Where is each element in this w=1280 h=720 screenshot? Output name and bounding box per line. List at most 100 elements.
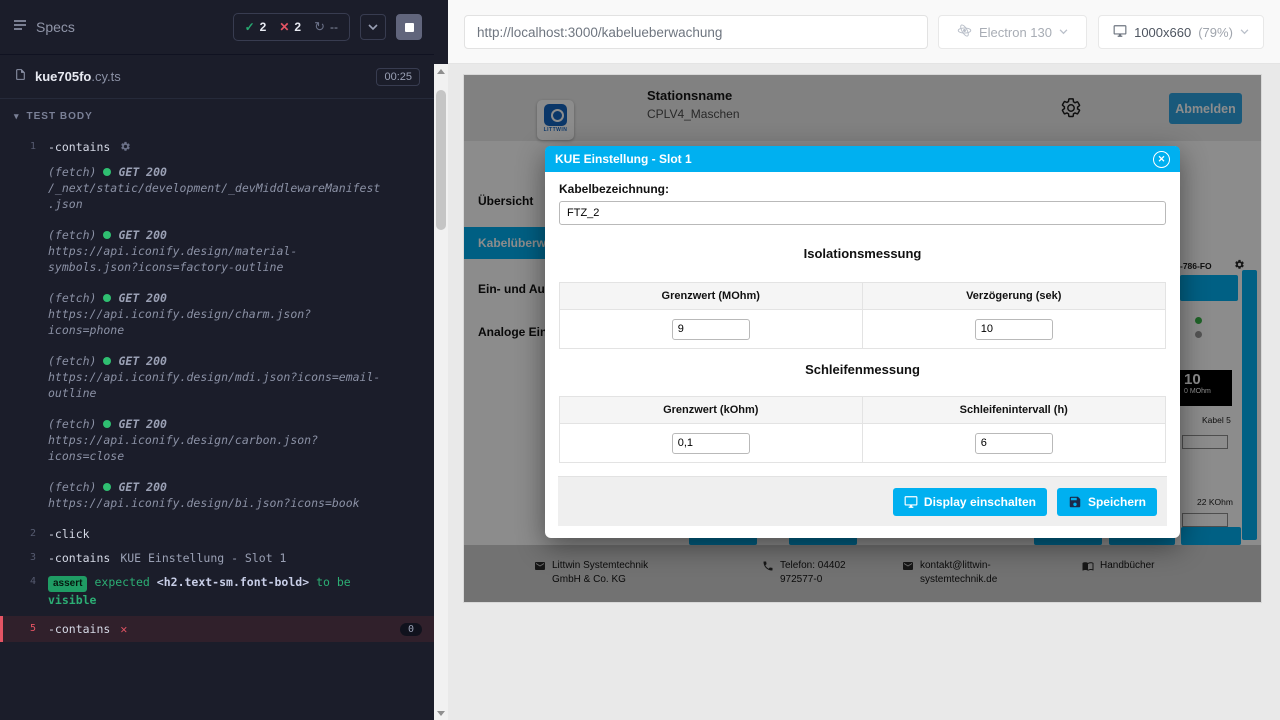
command-name: -click <box>48 527 90 541</box>
modal-title-text: KUE Einstellung - Slot 1 <box>555 152 692 166</box>
status-ok-dot <box>103 357 111 365</box>
cross-icon: ✕ <box>279 20 289 34</box>
scrollbar-thumb[interactable] <box>436 90 446 230</box>
fetch-tag: (fetch) <box>48 416 96 432</box>
fetch-url: https://api.iconify.design/material-symb… <box>48 243 382 275</box>
command-number <box>0 164 48 212</box>
command-number <box>0 416 48 464</box>
viewport-zoom: (79%) <box>1198 25 1233 40</box>
status-ok-dot <box>103 168 111 176</box>
command-number: 5 <box>3 621 48 637</box>
display-einschalten-button[interactable]: Display einschalten <box>893 488 1047 516</box>
network-log-row[interactable]: (fetch)GET 200 /_next/static/development… <box>0 164 434 212</box>
network-log-row[interactable]: (fetch) GET 200 https://api.iconify.desig… <box>0 227 434 275</box>
pending-count: -- <box>330 20 338 34</box>
spec-file-row[interactable]: kue705fo.cy.ts 00:25 <box>0 55 434 99</box>
kabelbezeichnung-input[interactable] <box>559 201 1166 225</box>
col-grenzwert-kohm: Grenzwert (kOhm) <box>560 397 863 423</box>
network-log-row[interactable]: (fetch)GET 200 https://api.iconify.desig… <box>0 416 434 464</box>
url-input[interactable] <box>464 15 928 49</box>
col-verzoegerung: Verzögerung (sek) <box>863 283 1166 309</box>
stat-pending: ↻ -- <box>314 19 338 35</box>
fetch-tag: (fetch) <box>48 164 96 180</box>
kue-settings-modal: KUE Einstellung - Slot 1 ✕ Kabelbezeichn… <box>545 146 1180 538</box>
modal-titlebar: KUE Einstellung - Slot 1 ✕ <box>545 146 1180 172</box>
triangle-up-icon <box>437 69 445 74</box>
network-log-row[interactable]: (fetch)GET 200 https://api.iconify.desig… <box>0 353 434 401</box>
schleifenintervall-input[interactable] <box>975 433 1053 454</box>
aut-toolbar: Electron 130 1000x660 (79%) <box>448 0 1280 64</box>
grenzwert-mohm-input[interactable] <box>672 319 750 340</box>
status-ok-dot <box>103 294 111 302</box>
spec-name: kue705fo.cy.ts <box>35 69 121 84</box>
browser-select[interactable]: Electron 130 <box>938 15 1087 49</box>
spec-basename: kue705fo <box>35 69 91 84</box>
specs-menu-icon[interactable] <box>12 17 28 38</box>
fetch-status: GET 200 <box>118 353 166 369</box>
scrollbar-corner <box>434 0 448 64</box>
kabel-label: Kabelbezeichnung: <box>559 182 669 196</box>
match-count-badge: 0 <box>400 623 422 636</box>
failed-count: 2 <box>294 20 301 34</box>
triangle-down-icon <box>437 711 445 716</box>
command-number <box>0 290 48 338</box>
assert-element: <h2.text-sm.font-bold> <box>157 575 309 589</box>
col-schleifenintervall: Schleifenintervall (h) <box>863 397 1166 423</box>
fetch-url: https://api.iconify.design/bi.json?icons… <box>48 495 382 511</box>
command-number: 1 <box>0 139 48 156</box>
collapse-button[interactable] <box>360 14 386 40</box>
assert-row[interactable]: 4 assertexpected <h2.text-sm.font-bold> … <box>0 574 434 608</box>
fetch-tag: (fetch) <box>48 479 96 495</box>
command-number: 3 <box>0 550 48 566</box>
grenzwert-kohm-input[interactable] <box>672 433 750 454</box>
speichern-button[interactable]: Speichern <box>1057 488 1157 516</box>
close-icon[interactable]: ✕ <box>1153 151 1170 168</box>
chevron-down-icon: ▾ <box>14 111 20 122</box>
test-stats: ✓ 2 ✕ 2 ↻ -- <box>233 13 350 41</box>
scroll-down-arrow[interactable] <box>434 706 448 720</box>
save-icon <box>1068 495 1082 509</box>
reporter-scrollbar[interactable] <box>434 64 448 720</box>
verzoegerung-input[interactable] <box>975 319 1053 340</box>
network-log-row[interactable]: (fetch)GET 200 https://api.iconify.desig… <box>0 479 434 511</box>
network-log-row[interactable]: (fetch)GET 200 https://api.iconify.desig… <box>0 290 434 338</box>
spec-extension: .cy.ts <box>91 69 120 84</box>
command-row[interactable]: 1 -contains <box>0 139 434 156</box>
fetch-tag: (fetch) <box>48 353 96 369</box>
fetch-url: https://api.iconify.design/carbon.json?i… <box>48 432 382 464</box>
command-number: 2 <box>0 526 48 542</box>
failed-command-row[interactable]: 5 -contains ✕ 0 <box>0 616 434 642</box>
test-body-section[interactable]: ▾ TEST BODY <box>0 99 434 133</box>
passed-count: 2 <box>260 20 267 34</box>
command-name: -contains <box>48 622 110 636</box>
app-under-test: LITTWIN Stationsname CPLV4_Maschen Abmel… <box>464 75 1261 602</box>
command-row[interactable]: 3 -containsKUE Einstellung - Slot 1 <box>0 550 434 566</box>
status-ok-dot <box>103 231 111 239</box>
file-icon <box>14 68 27 86</box>
electron-icon <box>957 23 972 41</box>
specs-label: Specs <box>36 19 75 35</box>
col-grenzwert-mohm: Grenzwert (MOhm) <box>560 283 863 309</box>
schleifenmessung-heading: Schleifenmessung <box>545 362 1180 377</box>
scroll-up-arrow[interactable] <box>434 64 448 78</box>
save-button-label: Speichern <box>1088 495 1146 509</box>
schleifen-table: Grenzwert (kOhm) Schleifenintervall (h) <box>559 396 1166 463</box>
viewport-select[interactable]: 1000x660 (79%) <box>1098 15 1264 49</box>
status-ok-dot <box>103 483 111 491</box>
chevron-down-icon <box>1240 29 1249 35</box>
stop-button[interactable] <box>396 14 422 40</box>
command-name: -contains <box>48 551 110 565</box>
fetch-status: GET 200 <box>118 227 166 243</box>
gear-icon <box>120 141 131 155</box>
fetch-tag: (fetch) <box>48 227 96 243</box>
command-name: -contains <box>48 140 110 154</box>
fetch-url: /_next/static/development/_devMiddleware… <box>48 180 382 212</box>
command-log: 1 -contains (fetch)GET 200 /_next/static… <box>0 133 434 642</box>
fail-cross-icon: ✕ <box>120 622 127 636</box>
cypress-reporter: Specs ✓ 2 ✕ 2 ↻ -- kue705fo.cy.ts <box>0 0 434 720</box>
browser-label: Electron 130 <box>979 25 1052 40</box>
isolation-table: Grenzwert (MOhm) Verzögerung (sek) <box>559 282 1166 349</box>
command-row[interactable]: 2 -click <box>0 526 434 542</box>
command-number <box>0 227 48 275</box>
stop-icon <box>405 23 414 32</box>
